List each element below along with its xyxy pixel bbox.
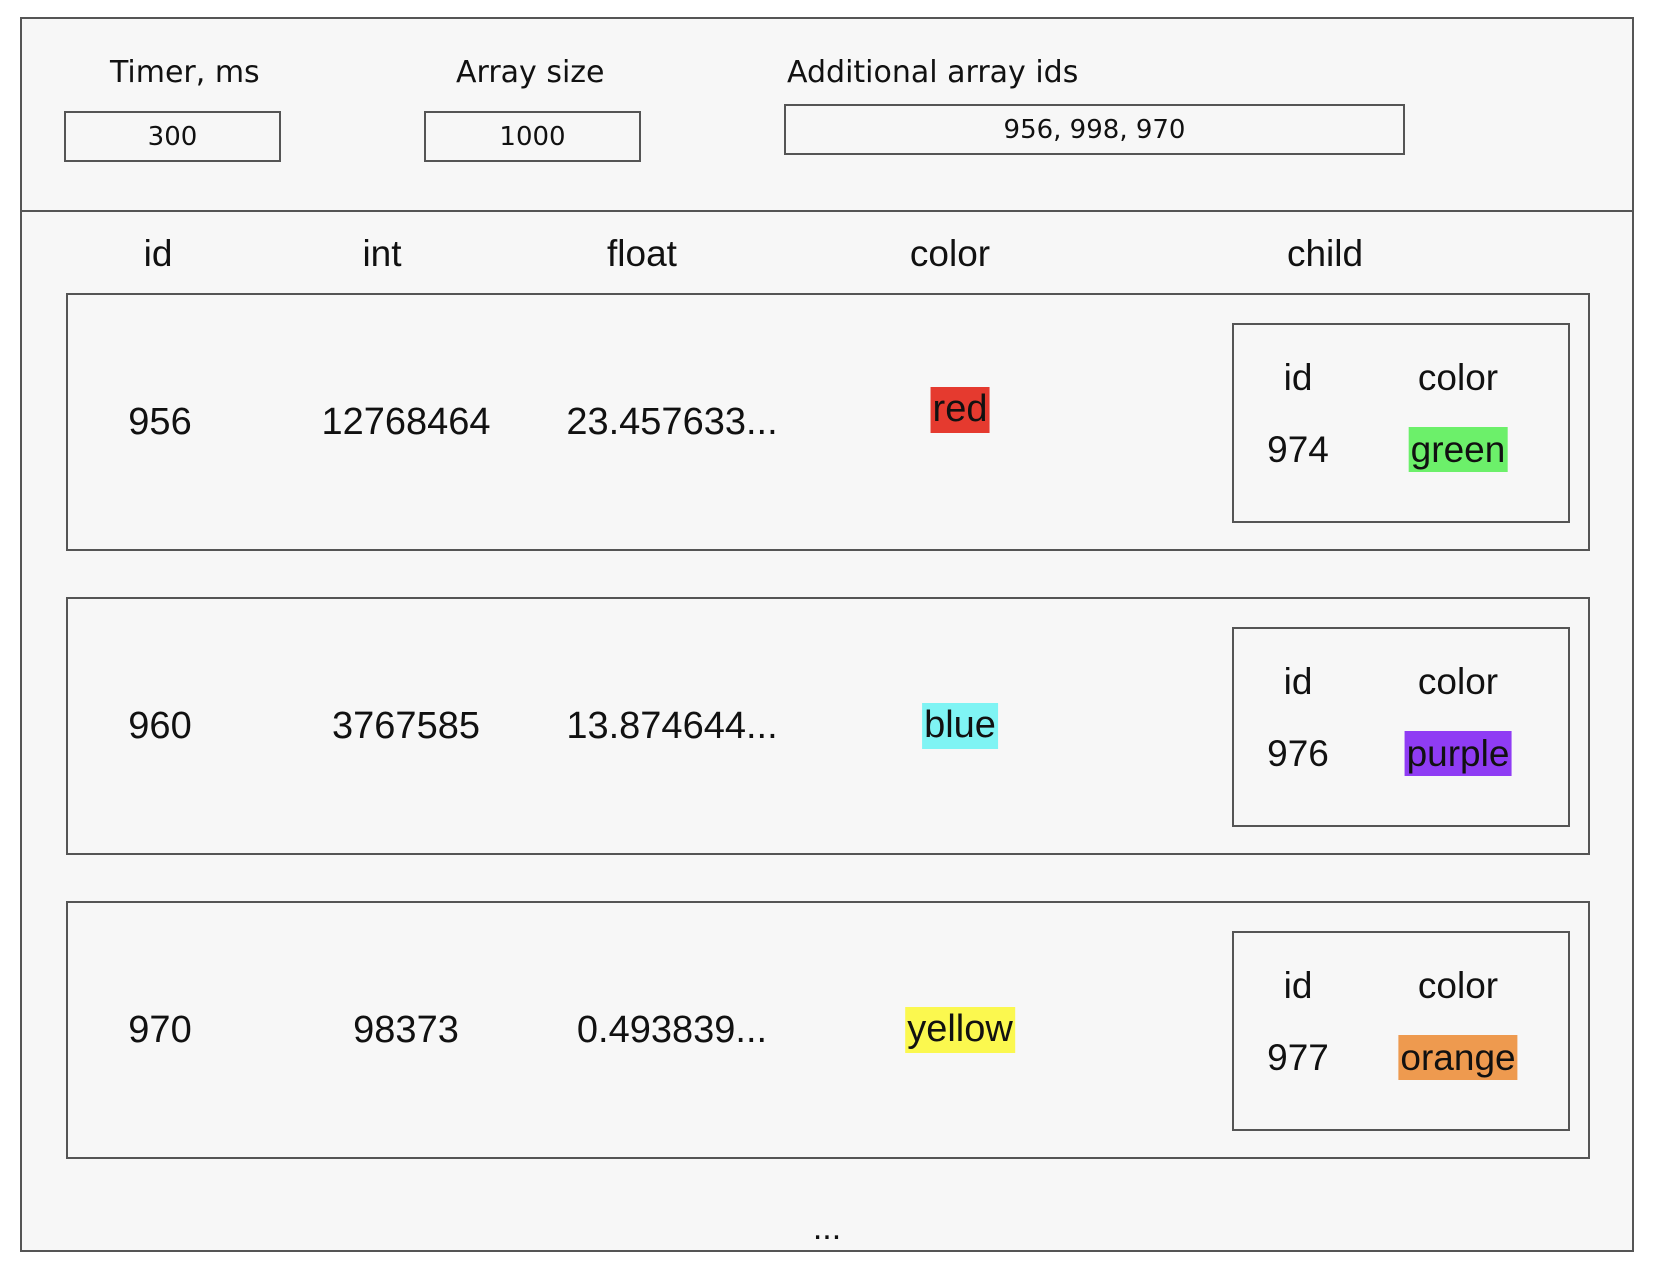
row-float: 13.874644... [566,704,778,747]
array-size-input[interactable]: 1000 [424,111,641,162]
app-frame: Timer, ms 300 Array size 1000 Additional… [20,17,1634,1252]
color-swatch: blue [922,703,998,749]
table-row: 960 3767585 13.874644... blue id color 9… [66,597,1590,855]
child-card: id color 976 purple [1232,627,1570,827]
child-color-swatch: green [1408,427,1508,472]
header-int: int [362,233,402,274]
row-id: 970 [128,1008,192,1051]
additional-ids-input[interactable]: 956, 998, 970 [784,104,1405,155]
timer-label: Timer, ms [110,55,260,90]
child-color-swatch: orange [1398,1035,1518,1080]
color-swatch: red [930,387,990,433]
header-float: float [607,233,677,274]
child-id: 977 [1267,1037,1329,1078]
additional-ids-label: Additional array ids [787,55,1079,90]
color-swatch: yellow [905,1007,1015,1053]
row-color-cell: red [930,283,990,537]
row-float: 23.457633... [566,400,778,443]
table-row: 970 98373 0.493839... yellow id color 97… [66,901,1590,1159]
row-int: 98373 [353,1008,459,1051]
child-card: id color 977 orange [1232,931,1570,1131]
child-color-cell: purple [1404,731,1512,776]
timer-input[interactable]: 300 [64,111,281,162]
table-row: 956 12768464 23.457633... red id color 9… [66,293,1590,551]
child-id-label: id [1283,661,1313,702]
more-rows-indicator: ... [812,1209,842,1247]
row-int: 3767585 [332,704,480,747]
child-id-label: id [1283,965,1313,1006]
child-color-label: color [1417,357,1499,398]
child-color-cell: green [1408,427,1508,472]
child-color-swatch: purple [1404,731,1512,776]
header-color: color [909,233,991,274]
controls-panel: Timer, ms 300 Array size 1000 Additional… [22,19,1632,212]
child-card: id color 974 green [1232,323,1570,523]
child-id: 976 [1267,733,1329,774]
row-id: 956 [128,400,192,443]
row-color-cell: blue [922,599,998,853]
child-color-label: color [1417,965,1499,1006]
header-child: child [1286,233,1364,274]
row-int: 12768464 [321,400,491,443]
row-float: 0.493839... [576,1008,768,1051]
row-id: 960 [128,704,192,747]
child-color-label: color [1417,661,1499,702]
row-color-cell: yellow [905,903,1015,1157]
child-color-cell: orange [1398,1035,1518,1080]
child-id-label: id [1283,357,1313,398]
array-size-label: Array size [456,55,605,90]
child-id: 974 [1267,429,1329,470]
header-id: id [143,233,173,274]
